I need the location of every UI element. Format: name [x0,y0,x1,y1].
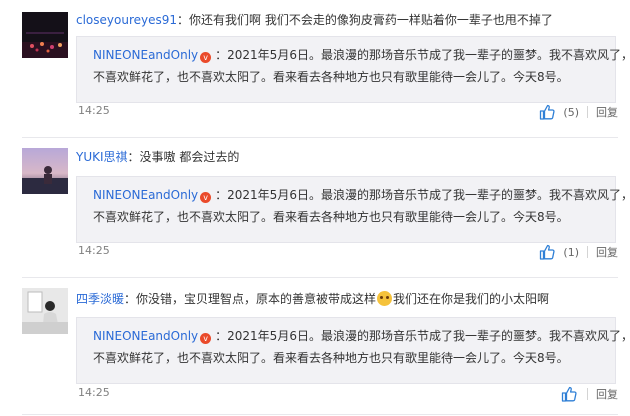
avatar[interactable] [22,12,68,58]
vip-badge-icon: v [200,192,212,203]
thumbs-up-icon[interactable] [539,104,555,120]
avatar[interactable] [22,148,68,194]
comment-header: 四季淡暖：你没错，宝贝理智点，原本的善意被带成这样 我们还在你是我们的小太阳啊 [76,291,549,307]
comment-divider [22,137,618,138]
comment-header: YUKI思祺：没事嗷 都会过去的 [76,149,239,165]
avatar[interactable] [22,288,68,334]
quoted-username-link[interactable]: NINEONEandOnly [93,188,198,202]
thumbs-up-icon[interactable] [561,386,577,402]
comment-text-continued: 我们还在你是我们的小太阳啊 [393,292,550,306]
username-link[interactable]: 四季淡暖 [76,292,124,306]
quoted-text-line2: 不喜欢鲜花了，也不喜欢太阳了。看来看去各种地方也只有歌里能待一会儿了。今天8号。 [93,210,569,224]
action-divider [587,106,588,118]
crying-emoji-icon [377,291,393,306]
thumbs-up-icon[interactable] [539,244,555,260]
comment-divider [22,277,618,278]
vip-badge-icon: v [200,52,212,63]
comment-actions: (1) 回复 [539,243,618,261]
quoted-username-link[interactable]: NINEONEandOnly [93,329,198,343]
quoted-comment: NINEONEandOnly v ：2021年5月6日。最浪漫的那场音乐节成了我一辈… [76,36,630,103]
quoted-username-link[interactable]: NINEONEandOnly [93,48,198,62]
comment-actions: 回复 [561,385,618,403]
quoted-comment: NINEONEandOnly v ：2021年5月6日。最浪漫的那场音乐节成了我一辈… [76,176,630,243]
username-link[interactable]: closeyoureyes91 [76,13,177,27]
comment-divider [22,414,618,415]
vip-badge-icon: v [200,333,212,344]
username-link[interactable]: YUKI思祺 [76,150,128,164]
comment-header: closeyoureyes91：你还有我们啊 我们不会走的像狗皮膏药一样贴着你一… [76,12,553,28]
comment-actions: (5) 回复 [539,103,618,121]
like-count: (5) [563,105,579,119]
quoted-text-line1: ：2021年5月6日。最浪漫的那场音乐节成了我一辈子的噩梦。我不喜欢风了， [215,48,630,62]
reply-button[interactable]: 回复 [596,386,618,402]
comment-text: ：没事嗷 都会过去的 [127,150,240,164]
reply-button[interactable]: 回复 [596,244,618,260]
action-divider [587,388,588,400]
reply-button[interactable]: 回复 [596,104,618,120]
timestamp: 14:25 [78,244,110,257]
quoted-text-line2: 不喜欢鲜花了，也不喜欢太阳了。看来看去各种地方也只有歌里能待一会儿了。今天8号。 [93,351,569,365]
quoted-text-line1: ：2021年5月6日。最浪漫的那场音乐节成了我一辈子的噩梦。我不喜欢风了， [215,329,630,343]
comment-text: ：你还有我们啊 我们不会走的像狗皮膏药一样贴着你一辈子也甩不掉了 [177,13,553,27]
comment-text: ：你没错，宝贝理智点，原本的善意被带成这样 [124,292,377,306]
quoted-text-line1: ：2021年5月6日。最浪漫的那场音乐节成了我一辈子的噩梦。我不喜欢风了， [215,188,630,202]
action-divider [587,246,588,258]
quoted-text-line2: 不喜欢鲜花了，也不喜欢太阳了。看来看去各种地方也只有歌里能待一会儿了。今天8号。 [93,70,569,84]
timestamp: 14:25 [78,386,110,399]
quoted-comment: NINEONEandOnly v ：2021年5月6日。最浪漫的那场音乐节成了我一辈… [76,317,630,384]
timestamp: 14:25 [78,104,110,117]
like-count: (1) [563,245,579,259]
